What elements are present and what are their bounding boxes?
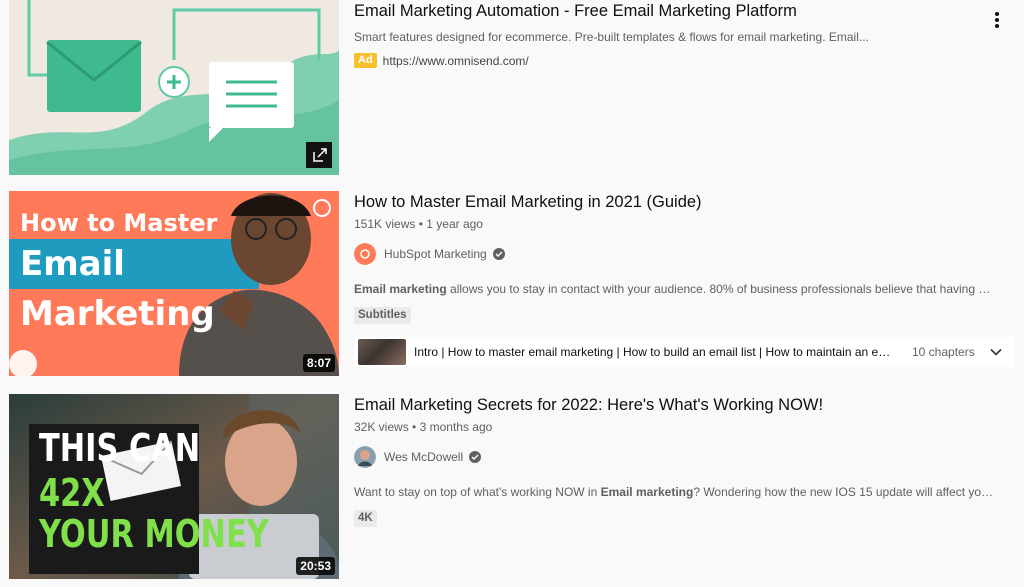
- ad-description: Smart features designed for ecommerce. P…: [354, 30, 869, 44]
- email-illustration: [9, 0, 339, 175]
- chapters-bar[interactable]: Intro | How to master email marketing | …: [354, 337, 1014, 367]
- channel-link[interactable]: HubSpot Marketing: [354, 243, 1019, 265]
- ad-result[interactable]: Email Marketing Automation - Free Email …: [9, 0, 1019, 175]
- thumbnail-text-line2: Email: [20, 244, 125, 284]
- quality-badge: 4K: [354, 510, 377, 527]
- thumbnail-text-line3: YOUR MONEY: [39, 512, 269, 556]
- desc-highlight: Email marketing: [354, 282, 447, 296]
- chapters-text: Intro | How to master email marketing | …: [414, 345, 894, 359]
- chapter-thumbnail: [358, 339, 406, 365]
- more-options-icon[interactable]: [989, 10, 1005, 30]
- video-duration: 8:07: [302, 354, 335, 372]
- subtitles-badge: Subtitles: [354, 307, 411, 324]
- video-title[interactable]: How to Master Email Marketing in 2021 (G…: [354, 191, 1019, 213]
- ad-badge: Ad: [354, 53, 377, 68]
- video-description: Email marketing allows you to stay in co…: [354, 281, 994, 297]
- video-title[interactable]: Email Marketing Secrets for 2022: Here's…: [354, 394, 1019, 416]
- video-description: Want to stay on top of what's working NO…: [354, 484, 994, 500]
- video-meta: 151K views • 1 year ago: [354, 216, 1019, 232]
- video-meta: 32K views • 3 months ago: [354, 419, 1019, 435]
- desc-text-pre: Want to stay on top of what's working NO…: [354, 485, 601, 499]
- desc-highlight: Email marketing: [600, 485, 694, 499]
- channel-name[interactable]: Wes McDowell: [384, 450, 463, 464]
- video-result[interactable]: THIS CAN 42X YOUR MONEY 20:53 Email Mark…: [9, 394, 1019, 579]
- thumbnail-text-line1: THIS CAN: [39, 426, 201, 470]
- chapters-count: 10 chapters: [912, 345, 975, 359]
- channel-name[interactable]: HubSpot Marketing: [384, 247, 487, 261]
- channel-link[interactable]: Wes McDowell: [354, 446, 1019, 468]
- desc-text: allows you to stay in contact with your …: [446, 282, 994, 296]
- upload-age: 1 year ago: [426, 217, 483, 231]
- ad-url[interactable]: https://www.omnisend.com/: [383, 54, 529, 68]
- ad-thumbnail[interactable]: [9, 0, 339, 175]
- thumbnail-text-line3: Marketing: [20, 294, 215, 334]
- hubspot-avatar[interactable]: [354, 243, 376, 265]
- thumbnail-text-line1: How to Master: [20, 209, 218, 237]
- video-thumbnail[interactable]: THIS CAN 42X YOUR MONEY 20:53: [9, 394, 339, 579]
- verified-icon: [492, 248, 505, 260]
- view-count: 32K views: [354, 420, 409, 434]
- upload-age: 3 months ago: [419, 420, 493, 434]
- wes-avatar[interactable]: [354, 446, 376, 468]
- desc-text: ? Wondering how the new IOS 15 update wi…: [693, 485, 994, 499]
- chevron-down-icon[interactable]: [989, 345, 1003, 359]
- thumbnail-text-line2: 42X: [39, 471, 105, 515]
- meta-separator: •: [412, 420, 420, 434]
- video-result[interactable]: How to Master Email Marketing 8:07 How t…: [9, 191, 1019, 376]
- view-count: 151K views: [354, 217, 416, 231]
- verified-icon: [469, 451, 482, 463]
- video-duration: 20:53: [296, 557, 335, 575]
- ad-title[interactable]: Email Marketing Automation - Free Email …: [354, 0, 1019, 22]
- video-thumbnail[interactable]: How to Master Email Marketing 8:07: [9, 191, 339, 376]
